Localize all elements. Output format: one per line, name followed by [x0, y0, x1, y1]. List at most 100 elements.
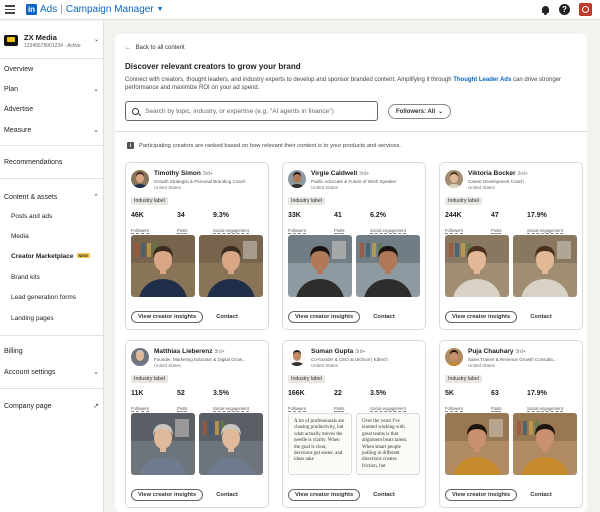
page-title: Discover relevant creators to grow your … — [125, 62, 301, 71]
sidebar-item-measure[interactable]: Measure ⌄ — [4, 126, 99, 135]
sidebar-item-label: Measure — [4, 126, 32, 134]
back-link[interactable]: ← Back to all content — [125, 45, 185, 51]
stat-label: Posts — [177, 228, 188, 234]
sidebar-item-overview[interactable]: Overview — [4, 66, 99, 73]
sidebar-item-billing[interactable]: Billing — [4, 348, 99, 355]
divider — [0, 335, 103, 336]
content-thumbnail[interactable] — [131, 413, 195, 475]
menu-icon[interactable] — [5, 5, 15, 14]
view-creator-insights-button[interactable]: View creator insights — [131, 311, 204, 323]
info-banner: i Participating creators are ranked base… — [127, 142, 401, 149]
creator-avatar[interactable] — [288, 170, 306, 188]
sidebar-item-lead-gen[interactable]: Lead generation forms — [11, 294, 99, 301]
contact-button[interactable]: Contact — [373, 314, 395, 320]
creator-location: United States — [468, 185, 496, 190]
account-avatar[interactable] — [579, 3, 592, 16]
thought-leader-ads-link[interactable]: Thought Leader Ads — [453, 77, 511, 83]
stat-label: Followers — [445, 228, 463, 234]
creator-card[interactable]: Puja Chauhary 3rd+ Sales Trainer & Revenue… — [439, 340, 583, 508]
help-icon[interactable]: ? — [559, 4, 570, 15]
sidebar-item-advertise[interactable]: Advertise — [4, 106, 99, 113]
sidebar-item-label: Overview — [4, 66, 34, 73]
stat-posts: 41 Posts — [334, 212, 370, 237]
creator-card[interactable]: Matthias Lieberenz 3rd+ Founder, Marketing… — [125, 340, 269, 508]
content-thumbnail[interactable] — [513, 413, 577, 475]
content-thumbnail[interactable] — [199, 413, 263, 475]
creator-avatar[interactable] — [445, 348, 463, 366]
creator-avatar[interactable] — [445, 170, 463, 188]
industry-tag: Industry label — [131, 197, 168, 205]
creator-name[interactable]: Puja Chauhary 3rd+ — [468, 348, 526, 355]
account-id: 12345678901234 · Active — [24, 43, 81, 49]
content-thumbnail[interactable]: A lot of professionals are chasing produ… — [288, 413, 352, 475]
stat-value: 41 — [334, 212, 342, 219]
content-thumbnail[interactable] — [288, 235, 352, 297]
bell-icon[interactable] — [541, 5, 550, 15]
content-thumbnail[interactable] — [131, 235, 195, 297]
creator-name-text: Suman Gupta — [311, 348, 354, 355]
chevron-down-icon: ⌄ — [438, 109, 444, 115]
connection-degree: 3rd+ — [517, 171, 528, 177]
sidebar-item-brand-kits[interactable]: Brand kits — [11, 274, 99, 281]
creator-card[interactable]: Virgie Caldwell 3rd+ Public Advocate & Fut… — [282, 162, 426, 330]
divider — [0, 388, 103, 389]
sidebar-item-creator-marketplace[interactable]: Creator Marketplace NEW — [11, 253, 99, 260]
creator-name[interactable]: Virgie Caldwell 3rd+ — [311, 170, 369, 177]
creator-headline: Co-founder & CEO at Ulchool | Edtech — [311, 357, 388, 362]
contact-button[interactable]: Contact — [216, 492, 238, 498]
contact-button[interactable]: Contact — [530, 492, 552, 498]
creator-card[interactable]: Viktoria Bocker 3rd+ Career Development Co… — [439, 162, 583, 330]
stat-value: 3.5% — [370, 390, 386, 397]
industry-tag: Industry label — [445, 197, 482, 205]
sidebar-item-media[interactable]: Media — [11, 233, 99, 240]
content-thumbnail[interactable] — [445, 235, 509, 297]
content-thumbnail[interactable] — [199, 235, 263, 297]
view-creator-insights-button[interactable]: View creator insights — [131, 489, 204, 501]
view-creator-insights-button[interactable]: View creator insights — [445, 489, 518, 501]
creator-name[interactable]: Timothy Simon 3rd+ — [154, 170, 213, 177]
contact-button[interactable]: Contact — [530, 314, 552, 320]
stat-posts: 34 Posts — [177, 212, 213, 237]
linkedin-logo-icon[interactable]: in — [26, 4, 37, 15]
content-thumbnail[interactable] — [445, 413, 509, 475]
followers-filter[interactable]: Followers: All ⌄ — [388, 104, 452, 119]
content-thumbnail[interactable] — [356, 235, 420, 297]
account-switcher[interactable]: ZX Media 12345678901234 · Active ⌄ — [0, 21, 103, 49]
view-creator-insights-button[interactable]: View creator insights — [288, 489, 361, 501]
post-text: A lot of professionals are chasing produ… — [294, 419, 345, 463]
content-thumbnail[interactable]: Over the years I've learned working with… — [356, 413, 420, 475]
creator-name[interactable]: Matthias Lieberenz 3rd+ — [154, 348, 225, 355]
sidebar-item-posts-ads[interactable]: Posts and ads — [11, 213, 99, 220]
sidebar-item-landing-pages[interactable]: Landing pages — [11, 315, 99, 322]
sidebar-item-label: Plan — [4, 85, 19, 93]
search-input[interactable] — [145, 107, 365, 115]
creator-avatar[interactable] — [288, 348, 306, 366]
stat-label: Social engagement — [370, 406, 406, 412]
sidebar-item-recommendations[interactable]: Recommendations — [4, 159, 99, 166]
sidebar-item-label: Recommendations — [4, 159, 63, 166]
creator-avatar[interactable] — [131, 170, 149, 188]
sidebar-item-account-settings[interactable]: Account settings ⌄ — [4, 368, 99, 377]
contact-button[interactable]: Contact — [373, 492, 395, 498]
product-switcher[interactable]: Ads | Campaign Manager ▼ — [40, 4, 164, 15]
brand-ads: Ads — [40, 4, 58, 15]
stat-value: 5K — [445, 390, 454, 397]
sidebar-item-company-page[interactable]: Company page ↗ — [4, 402, 99, 411]
sidebar-item-content-assets[interactable]: Content & assets ⌃ — [4, 193, 99, 202]
industry-tag: Industry label — [288, 375, 325, 383]
view-creator-insights-button[interactable]: View creator insights — [288, 311, 361, 323]
creator-card[interactable]: Timothy Simon 3rd+ Growth Strategist & Per… — [125, 162, 269, 330]
creator-headline: Sales Trainer & Revenue Growth Consulta.… — [468, 357, 557, 362]
creator-name[interactable]: Suman Gupta 3rd+ — [311, 348, 365, 355]
creator-card[interactable]: Suman Gupta 3rd+ Co-founder & CEO at Ulcho… — [282, 340, 426, 508]
stat-value: 17.9% — [527, 390, 547, 397]
sidebar-item-plan[interactable]: Plan ⌄ — [4, 85, 99, 94]
contact-button[interactable]: Contact — [216, 314, 238, 320]
creator-avatar[interactable] — [131, 348, 149, 366]
stat-label: Posts — [491, 228, 502, 234]
view-creator-insights-button[interactable]: View creator insights — [445, 311, 518, 323]
external-link-icon: ↗ — [93, 403, 99, 410]
content-thumbnail[interactable] — [513, 235, 577, 297]
search-box[interactable] — [125, 101, 378, 121]
creator-name[interactable]: Viktoria Bocker 3rd+ — [468, 170, 528, 177]
